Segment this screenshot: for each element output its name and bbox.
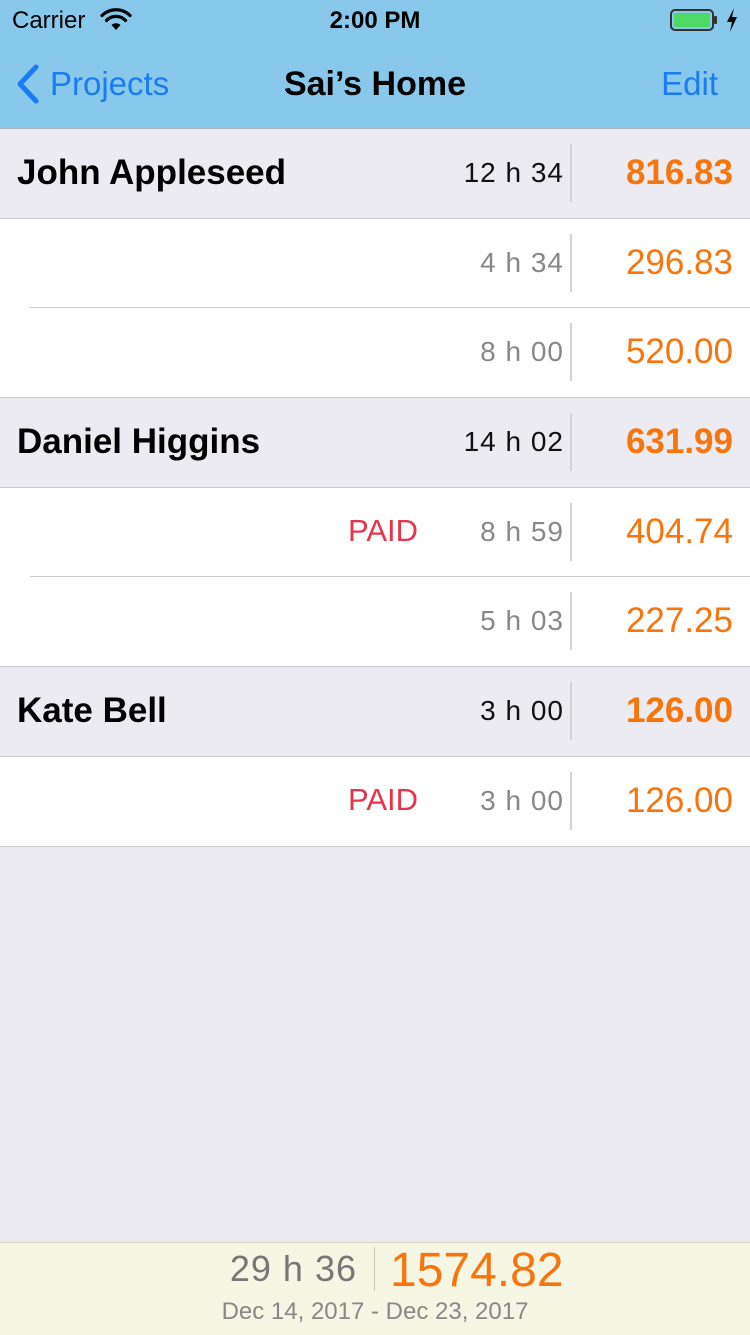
column-divider: [570, 592, 572, 650]
session-row[interactable]: PAID 8 h 59 404.74: [0, 488, 750, 577]
session-row[interactable]: 5 h 03 227.25: [0, 577, 750, 667]
session-hours: 4 h 34: [480, 247, 564, 278]
client-row-john-appleseed[interactable]: John Appleseed 12 h 34 816.83: [0, 129, 750, 219]
date-range: Dec 14, 2017 - Dec 23, 2017: [221, 1298, 529, 1325]
column-divider: [570, 144, 572, 202]
column-divider: [570, 772, 572, 830]
client-amount: 126.00: [625, 691, 733, 730]
session-row[interactable]: 8 h 00 520.00: [0, 308, 750, 398]
client-name: John Appleseed: [17, 153, 287, 192]
client-hours: 14 h 02: [463, 426, 564, 457]
client-amount: 631.99: [625, 422, 733, 461]
column-divider: [570, 234, 572, 292]
session-hours: 3 h 00: [480, 785, 564, 816]
session-amount: 520.00: [625, 332, 733, 371]
session-amount: 404.74: [625, 512, 733, 551]
session-row[interactable]: PAID 3 h 00 126.00: [0, 757, 750, 847]
total-hours: 29 h 36: [229, 1248, 357, 1289]
edit-button[interactable]: Edit: [661, 65, 718, 103]
status-time: 2:00 PM: [329, 7, 421, 34]
session-row[interactable]: 4 h 34 296.83: [0, 219, 750, 308]
column-divider: [570, 323, 572, 381]
column-divider: [570, 413, 572, 471]
navigation-bar: Projects Sai’s Home Edit: [0, 40, 750, 129]
client-hours: 3 h 00: [480, 695, 564, 726]
session-hours: 8 h 59: [480, 516, 564, 547]
session-amount: 126.00: [625, 781, 733, 820]
charging-bolt-icon: [727, 8, 737, 32]
column-divider: [570, 503, 572, 561]
client-hours: 12 h 34: [463, 157, 564, 188]
totals-footer: 29 h 36 1574.82 Dec 14, 2017 - Dec 23, 2…: [0, 1242, 750, 1335]
client-amount: 816.83: [625, 153, 733, 192]
client-list: John Appleseed 12 h 34 816.83 4 h 34 296…: [0, 129, 750, 847]
total-amount: 1574.82: [390, 1244, 564, 1297]
session-amount: 227.25: [625, 601, 733, 640]
session-hours: 8 h 00: [480, 336, 564, 367]
client-name: Kate Bell: [17, 691, 167, 730]
paid-badge: PAID: [347, 513, 418, 548]
footer-divider: [374, 1247, 375, 1291]
battery-icon: [670, 9, 717, 31]
client-row-daniel-higgins[interactable]: Daniel Higgins 14 h 02 631.99: [0, 398, 750, 488]
status-bar: Carrier 2:00 PM: [0, 0, 750, 40]
client-row-kate-bell[interactable]: Kate Bell 3 h 00 126.00: [0, 667, 750, 757]
page-title: Sai’s Home: [283, 65, 467, 103]
session-amount: 296.83: [625, 243, 733, 282]
column-divider: [570, 682, 572, 740]
paid-badge: PAID: [347, 782, 418, 817]
session-hours: 5 h 03: [480, 605, 564, 636]
client-name: Daniel Higgins: [17, 422, 261, 461]
